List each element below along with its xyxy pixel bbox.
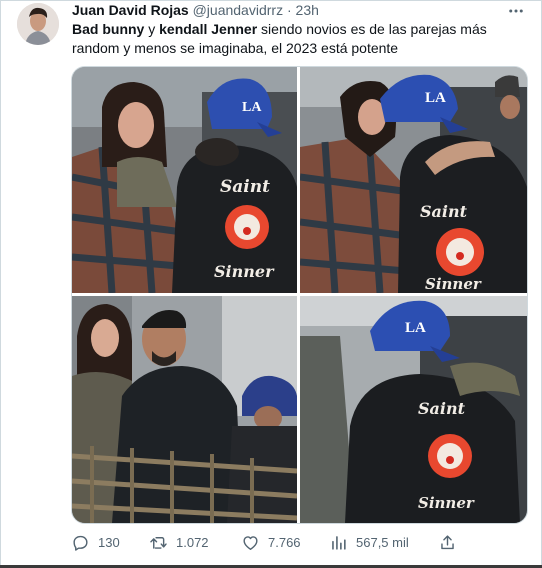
more-icon[interactable] xyxy=(506,2,526,20)
action-bar: 130 1.072 7.766 567,5 mil xyxy=(71,530,526,554)
avatar[interactable] xyxy=(17,3,59,45)
photo-3[interactable] xyxy=(72,296,297,523)
photo-4-image: LA Saint Sinner xyxy=(300,296,527,523)
tweet-text: Bad bunny y kendall Jenner siendo novios… xyxy=(72,20,528,58)
views-icon xyxy=(332,535,346,550)
media-grid: LA Saint Sinner LA Saint Sinner LA Saint… xyxy=(71,66,528,524)
retweet-button[interactable]: 1.072 xyxy=(149,530,209,554)
reply-icon xyxy=(73,535,88,551)
jacket-text-4b: Sinner xyxy=(418,494,475,512)
jacket-text-4a: Saint xyxy=(418,399,466,418)
photo-2-image: LA Saint Sinner xyxy=(300,67,527,293)
jacket-text-2b: Sinner xyxy=(425,275,482,293)
photo-2[interactable]: LA Saint Sinner xyxy=(300,67,527,293)
retweet-icon xyxy=(150,536,167,549)
cap-logo-4: LA xyxy=(405,320,426,336)
jacket-text-1b: Sinner xyxy=(214,262,275,281)
author-handle[interactable]: @juandavidrrz xyxy=(193,2,283,18)
retweet-count: 1.072 xyxy=(176,534,209,550)
cap-logo-1: LA xyxy=(242,100,262,115)
views-button[interactable]: 567,5 mil xyxy=(329,530,409,554)
share-button[interactable] xyxy=(438,530,457,554)
like-count: 7.766 xyxy=(268,534,301,550)
jacket-text-2a: Saint xyxy=(420,202,468,221)
photo-1[interactable]: LA Saint Sinner xyxy=(72,67,297,293)
text-part-2: y xyxy=(144,21,160,37)
separator: · xyxy=(286,2,292,18)
photo-4[interactable]: LA Saint Sinner xyxy=(300,296,527,523)
like-button[interactable]: 7.766 xyxy=(241,530,301,554)
jacket-text-1a: Saint xyxy=(220,177,270,197)
tweet-header: Juan David Rojas @juandavidrrz · 23h xyxy=(72,2,319,18)
cap-logo-2: LA xyxy=(425,90,446,106)
share-icon xyxy=(441,534,454,549)
avatar-image xyxy=(17,3,59,45)
text-bold-2: kendall Jenner xyxy=(159,21,258,37)
like-icon xyxy=(243,535,258,550)
author-name[interactable]: Juan David Rojas xyxy=(72,2,189,18)
reply-count: 130 xyxy=(98,534,120,550)
photo-3-image xyxy=(72,296,297,523)
text-bold-1: Bad bunny xyxy=(72,21,145,37)
photo-1-image: LA Saint Sinner xyxy=(72,67,297,293)
views-count: 567,5 mil xyxy=(356,534,409,550)
reply-button[interactable]: 130 xyxy=(71,530,120,554)
timestamp[interactable]: 23h xyxy=(296,2,319,18)
